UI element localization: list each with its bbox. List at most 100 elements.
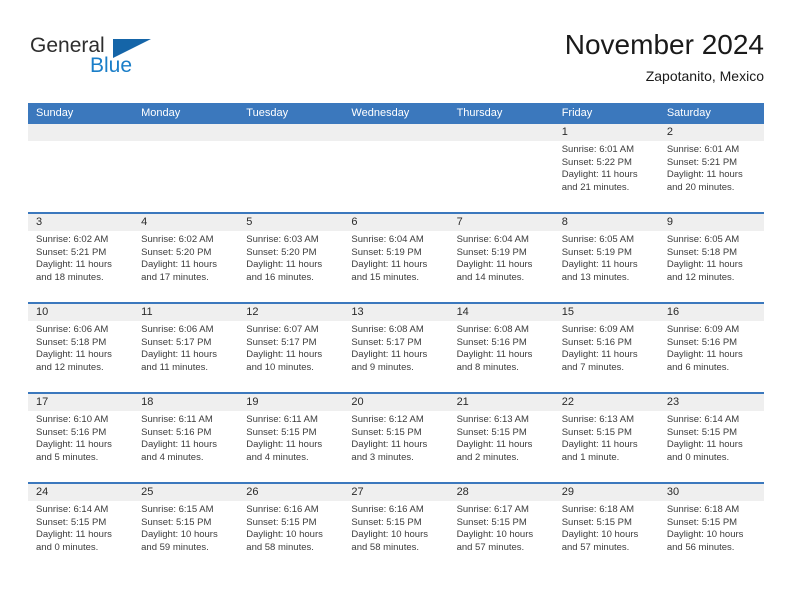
daylight-duration-line2: and 6 minutes. (666, 361, 730, 373)
daylight-duration-line2: and 57 minutes. (456, 541, 525, 553)
day-cell-empty (133, 124, 239, 212)
daylight-duration-line2: and 21 minutes. (561, 181, 630, 193)
page-title: November 2024 (564, 29, 764, 60)
daylight-duration-line1: Daylight: 11 hours (666, 349, 743, 361)
daylight-duration-line1: Daylight: 11 hours (456, 349, 533, 361)
day-cell[interactable]: 7 Sunrise: 6:04 AM Sunset: 5:19 PM Daylight… (448, 214, 554, 302)
day-cell[interactable]: 26 Sunrise: 6:16 AM Sunset: 5:15 PM Dayligh… (238, 484, 344, 572)
day-cell[interactable]: 11 Sunrise: 6:06 AM Sunset: 5:17 PM Dayligh… (133, 304, 239, 392)
sunrise-time: Sunrise: 6:11 AM (141, 414, 213, 425)
daylight-duration-line2: and 11 minutes. (141, 361, 209, 373)
day-cell[interactable]: 28 Sunrise: 6:17 AM Sunset: 5:15 PM Dayligh… (448, 484, 554, 572)
daylight-duration-line2: and 8 minutes. (456, 361, 519, 373)
day-cell[interactable]: 10 Sunrise: 6:06 AM Sunset: 5:18 PM Dayligh… (28, 304, 134, 392)
day-cell[interactable]: 13 Sunrise: 6:08 AM Sunset: 5:17 PM Dayligh… (343, 304, 449, 392)
sunset-time: Sunset: 5:16 PM (666, 336, 738, 348)
calendar-grid: Sunday Monday Tuesday Wednesday Thursday… (28, 103, 764, 572)
day-details: Sunrise: 6:02 AM Sunset: 5:21 PM Daylight:… (28, 231, 133, 284)
daylight-duration-line1: Daylight: 11 hours (666, 169, 743, 181)
daylight-duration-line1: Daylight: 11 hours (456, 439, 533, 451)
day-cell[interactable]: 6 Sunrise: 6:04 AM Sunset: 5:19 PM Daylight… (343, 214, 449, 302)
sunrise-time: Sunrise: 6:06 AM (36, 324, 109, 335)
day-number: 13 (343, 304, 449, 321)
day-cell[interactable]: 16 Sunrise: 6:09 AM Sunset: 5:16 PM Dayligh… (658, 304, 764, 392)
daylight-duration-line1: Daylight: 11 hours (36, 439, 112, 451)
day-details: Sunrise: 6:17 AM Sunset: 5:15 PM Daylight:… (449, 501, 554, 554)
sunset-time: Sunset: 5:20 PM (246, 246, 317, 258)
day-number: 10 (28, 304, 134, 321)
daylight-duration-line1: Daylight: 11 hours (351, 439, 428, 451)
day-details: Sunrise: 6:02 AM Sunset: 5:20 PM Daylight:… (133, 231, 238, 284)
daylight-duration-line2: and 4 minutes. (141, 451, 204, 463)
day-cell[interactable]: 23 Sunrise: 6:14 AM Sunset: 5:15 PM Dayligh… (658, 394, 764, 482)
general-blue-logo[interactable]: General Blue (28, 34, 258, 90)
day-number: 23 (658, 394, 764, 411)
sunset-time: Sunset: 5:19 PM (351, 246, 422, 258)
daylight-duration-line2: and 4 minutes. (246, 451, 309, 463)
day-cell[interactable]: 5 Sunrise: 6:03 AM Sunset: 5:20 PM Daylight… (238, 214, 344, 302)
day-number: 3 (28, 214, 134, 231)
daylight-duration-line2: and 12 minutes. (36, 361, 104, 373)
day-number: 8 (553, 214, 659, 231)
daylight-duration-line2: and 1 minute. (561, 451, 620, 463)
day-cell[interactable]: 4 Sunrise: 6:02 AM Sunset: 5:20 PM Daylight… (133, 214, 239, 302)
day-cell[interactable]: 22 Sunrise: 6:13 AM Sunset: 5:15 PM Dayligh… (553, 394, 659, 482)
sunrise-time: Sunrise: 6:05 AM (666, 234, 740, 245)
daylight-duration-line2: and 3 minutes. (351, 451, 414, 463)
sunrise-time: Sunrise: 6:02 AM (36, 234, 109, 245)
daylight-duration-line2: and 58 minutes. (351, 541, 420, 553)
day-cell[interactable]: 30 Sunrise: 6:18 AM Sunset: 5:15 PM Dayligh… (658, 484, 764, 572)
day-number: 15 (553, 304, 659, 321)
dow-thursday: Thursday (456, 107, 503, 119)
daylight-duration-line1: Daylight: 10 hours (246, 529, 323, 541)
day-of-week-header-row: Sunday Monday Tuesday Wednesday Thursday… (28, 103, 764, 124)
day-number: 2 (658, 124, 764, 141)
day-cell[interactable]: 15 Sunrise: 6:09 AM Sunset: 5:16 PM Dayligh… (553, 304, 659, 392)
daylight-duration-line2: and 14 minutes. (456, 271, 525, 283)
day-cell[interactable]: 17 Sunrise: 6:10 AM Sunset: 5:16 PM Dayligh… (28, 394, 134, 482)
day-cell[interactable]: 9 Sunrise: 6:05 AM Sunset: 5:18 PM Daylight… (658, 214, 764, 302)
dow-saturday: Saturday (666, 107, 711, 119)
day-cell[interactable]: 1 Sunrise: 6:01 AM Sunset: 5:22 PM Daylight… (553, 124, 659, 212)
day-details: Sunrise: 6:10 AM Sunset: 5:16 PM Daylight:… (28, 411, 133, 464)
day-cell[interactable]: 21 Sunrise: 6:13 AM Sunset: 5:15 PM Dayligh… (448, 394, 554, 482)
daylight-duration-line1: Daylight: 11 hours (246, 439, 323, 451)
sunrise-time: Sunrise: 6:01 AM (666, 144, 740, 155)
day-details: Sunrise: 6:08 AM Sunset: 5:17 PM Daylight:… (343, 321, 448, 374)
day-cell[interactable]: 8 Sunrise: 6:05 AM Sunset: 5:19 PM Daylight… (553, 214, 659, 302)
day-cell[interactable]: 25 Sunrise: 6:15 AM Sunset: 5:15 PM Dayligh… (133, 484, 239, 572)
day-details: Sunrise: 6:15 AM Sunset: 5:15 PM Daylight:… (133, 501, 238, 554)
daylight-duration-line1: Daylight: 11 hours (141, 349, 218, 361)
day-cell[interactable]: 24 Sunrise: 6:14 AM Sunset: 5:15 PM Dayligh… (28, 484, 134, 572)
daylight-duration-line1: Daylight: 11 hours (351, 349, 428, 361)
sunset-time: Sunset: 5:22 PM (561, 156, 632, 168)
day-cell[interactable]: 14 Sunrise: 6:08 AM Sunset: 5:16 PM Dayligh… (448, 304, 554, 392)
dow-sunday: Sunday (36, 107, 74, 119)
day-cell[interactable]: 20 Sunrise: 6:12 AM Sunset: 5:15 PM Dayligh… (343, 394, 449, 482)
daylight-duration-line1: Daylight: 11 hours (36, 529, 112, 541)
day-cell[interactable]: 18 Sunrise: 6:11 AM Sunset: 5:16 PM Dayligh… (133, 394, 239, 482)
day-cell[interactable]: 27 Sunrise: 6:16 AM Sunset: 5:15 PM Dayligh… (343, 484, 449, 572)
sunrise-time: Sunrise: 6:02 AM (141, 234, 214, 245)
sunset-time: Sunset: 5:19 PM (561, 246, 632, 258)
sunset-time: Sunset: 5:15 PM (456, 516, 527, 528)
day-cell[interactable]: 12 Sunrise: 6:07 AM Sunset: 5:17 PM Dayligh… (238, 304, 344, 392)
sunrise-time: Sunrise: 6:05 AM (561, 234, 635, 245)
daylight-duration-line1: Daylight: 11 hours (561, 349, 638, 361)
daylight-duration-line2: and 0 minutes. (36, 541, 99, 553)
day-details: Sunrise: 6:13 AM Sunset: 5:15 PM Daylight:… (449, 411, 554, 464)
sunset-time: Sunset: 5:15 PM (561, 426, 632, 438)
day-details: Sunrise: 6:14 AM Sunset: 5:15 PM Daylight:… (659, 411, 764, 464)
day-details: Sunrise: 6:13 AM Sunset: 5:15 PM Daylight:… (554, 411, 659, 464)
sunset-time: Sunset: 5:16 PM (36, 426, 107, 438)
daylight-duration-line2: and 58 minutes. (246, 541, 314, 553)
day-number: 9 (658, 214, 764, 231)
sunset-time: Sunset: 5:16 PM (456, 336, 527, 348)
day-cell[interactable]: 3 Sunrise: 6:02 AM Sunset: 5:21 PM Daylight… (28, 214, 134, 302)
day-details: Sunrise: 6:01 AM Sunset: 5:21 PM Daylight:… (659, 141, 764, 194)
day-number: 22 (553, 394, 659, 411)
day-cell[interactable]: 19 Sunrise: 6:11 AM Sunset: 5:15 PM Dayligh… (238, 394, 344, 482)
day-details: Sunrise: 6:08 AM Sunset: 5:16 PM Daylight:… (449, 321, 554, 374)
day-cell[interactable]: 2 Sunrise: 6:01 AM Sunset: 5:21 PM Daylight… (658, 124, 764, 212)
day-cell[interactable]: 29 Sunrise: 6:18 AM Sunset: 5:15 PM Dayligh… (553, 484, 659, 572)
